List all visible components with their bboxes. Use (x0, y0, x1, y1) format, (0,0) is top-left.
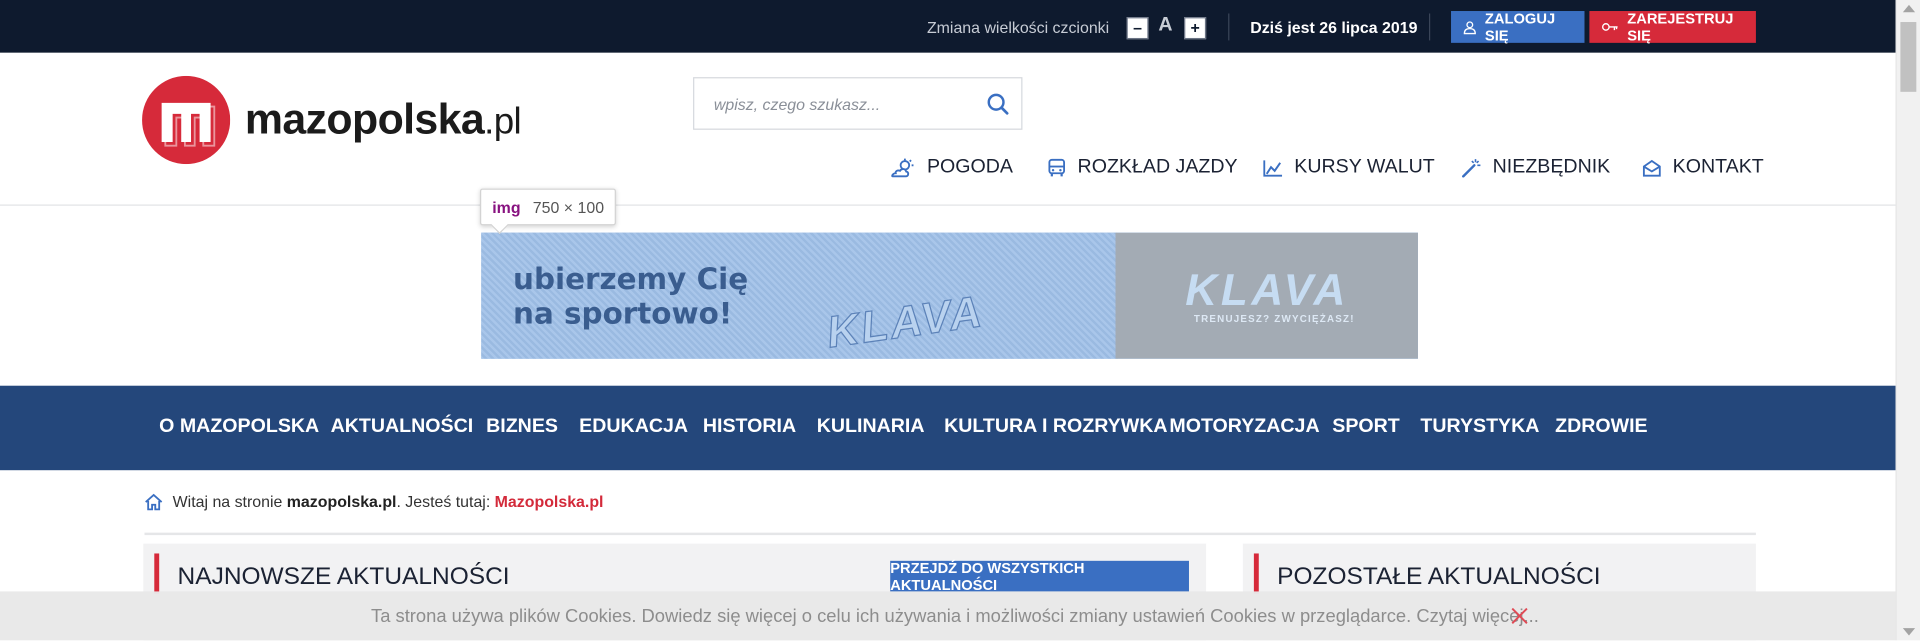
logo-tld: .pl (484, 101, 522, 143)
top-bar: Zmiana wielkości czcionki – A + Dziś jes… (0, 0, 1920, 53)
home-icon[interactable] (144, 493, 163, 510)
latest-news-title: NAJNOWSZE AKTUALNOŚCI (177, 563, 510, 591)
service-contact[interactable]: KONTAKT (1642, 156, 1764, 180)
all-news-button[interactable]: PRZEJDŹ DO WSZYSTKICH AKTUALNOŚCI (890, 559, 1189, 593)
divider (1428, 13, 1431, 41)
service-label: NIEZBĘDNIK (1492, 156, 1611, 178)
breadcrumb-current[interactable]: Mazopolska.pl (495, 492, 604, 510)
scroll-up-arrow[interactable] (1902, 4, 1916, 13)
search-box (693, 77, 1023, 130)
section-accent (154, 553, 160, 594)
banner-slogan-line1: ubierzemy Cię (513, 262, 749, 297)
page-scrollbar[interactable] (1895, 0, 1920, 641)
close-icon[interactable] (1511, 607, 1528, 624)
login-label: ZALOGUJ SIĘ (1484, 9, 1556, 45)
breadcrumb: Witaj na stronie mazopolska.pl. Jesteś t… (144, 492, 604, 511)
magic-wand-icon (1462, 159, 1481, 178)
inspector-tooltip: img 750 × 100 (480, 188, 617, 234)
nav-item-kultura-i-rozrywka[interactable]: KULTURA I ROZRYWKA (944, 416, 1167, 438)
chart-icon (1263, 159, 1283, 177)
user-icon (1463, 20, 1476, 34)
nav-item-aktualnosci[interactable]: AKTUALNOŚCI (331, 416, 474, 438)
nav-item-zdrowie[interactable]: ZDROWIE (1555, 416, 1648, 438)
register-label: ZAREJESTRUJ SIĘ (1627, 9, 1734, 45)
category-nav: O MAZOPOLSKA AKTUALNOŚCI BIZNES EDUKACJA… (0, 385, 1896, 471)
logo-emblem (142, 75, 231, 165)
search-input[interactable] (713, 91, 978, 117)
nav-item-turystyka[interactable]: TURYSTYKA (1420, 416, 1539, 438)
logo-main: mazopolska (244, 95, 485, 144)
browser-viewport: Zmiana wielkości czcionki – A + Dziś jes… (0, 0, 1920, 641)
breadcrumb-site: mazopolska.pl (286, 492, 397, 511)
font-reset-button[interactable]: A (1158, 15, 1172, 37)
nav-item-motoryzacja[interactable]: MOTORYZACJA (1169, 416, 1319, 438)
current-date: Dziś jest 26 lipca 2019 (1250, 18, 1418, 37)
banner-tagline: TRENUJESZ? ZWYCIĘŻASZ! (1193, 313, 1355, 325)
nav-item-kulinaria[interactable]: KULINARIA (817, 416, 925, 438)
ad-banner[interactable]: ubierzemy Cię na sportowo! KLAVA KLAVA T… (481, 232, 1418, 359)
font-increase-button[interactable]: + (1184, 17, 1207, 40)
key-icon (1602, 23, 1618, 31)
scroll-down-arrow[interactable] (1902, 628, 1916, 636)
service-label: KURSY WALUT (1294, 156, 1435, 178)
inspector-tag: img (492, 197, 521, 217)
service-label: KONTAKT (1672, 156, 1764, 178)
breadcrumb-divider (144, 532, 1756, 536)
web-page: Zmiana wielkości czcionki – A + Dziś jes… (0, 0, 1920, 641)
logo-wordmark: mazopolska.pl (244, 95, 522, 145)
service-label: ROZKŁAD JAZDY (1077, 156, 1238, 178)
service-label: POGODA (926, 156, 1013, 178)
tooltip-arrow (490, 216, 509, 234)
service-currency[interactable]: KURSY WALUT (1262, 156, 1435, 180)
service-weather[interactable]: POGODA (889, 156, 1013, 180)
inspector-dimensions: 750 × 100 (532, 197, 605, 217)
breadcrumb-prefix: Witaj na stronie (172, 492, 287, 511)
font-size-label: Zmiana wielkości czcionki (926, 18, 1110, 37)
login-button[interactable]: ZALOGUJ SIĘ (1451, 9, 1585, 45)
nav-item-biznes[interactable]: BIZNES (486, 416, 558, 438)
font-decrease-button[interactable]: – (1126, 17, 1149, 40)
site-logo[interactable]: mazopolska.pl (142, 75, 522, 165)
weather-icon (891, 158, 914, 178)
nav-item-edukacja[interactable]: EDUKACJA (579, 416, 688, 438)
nav-item-sport[interactable]: SPORT (1332, 416, 1400, 438)
search-icon[interactable] (987, 93, 1009, 115)
cookie-bar: Ta strona używa plików Cookies. Dowiedz … (0, 591, 1896, 641)
other-news-title: POZOSTAŁE AKTUALNOŚCI (1277, 563, 1601, 591)
service-essentials[interactable]: NIEZBĘDNIK (1461, 156, 1610, 180)
banner-slogan: ubierzemy Cię na sportowo! (513, 262, 748, 331)
banner-slogan-line2: na sportowo! (513, 296, 733, 331)
banner-brand-logo: KLAVA (1185, 264, 1349, 315)
breadcrumb-middle: . Jesteś tutaj: (396, 492, 495, 511)
register-button[interactable]: ZAREJESTRUJ SIĘ (1589, 9, 1756, 45)
bus-icon (1048, 158, 1066, 177)
nav-item-o-mazopolska[interactable]: O MAZOPOLSKA (159, 416, 319, 438)
nav-item-historia[interactable]: HISTORIA (703, 416, 796, 438)
section-accent (1253, 553, 1259, 594)
scrollbar-thumb[interactable] (1900, 22, 1917, 92)
header-divider (0, 204, 1896, 206)
divider (1228, 13, 1230, 41)
service-timetable[interactable]: ROZKŁAD JAZDY (1047, 156, 1238, 180)
envelope-icon (1642, 159, 1661, 177)
cookie-message[interactable]: Ta strona używa plików Cookies. Dowiedz … (371, 606, 1539, 627)
